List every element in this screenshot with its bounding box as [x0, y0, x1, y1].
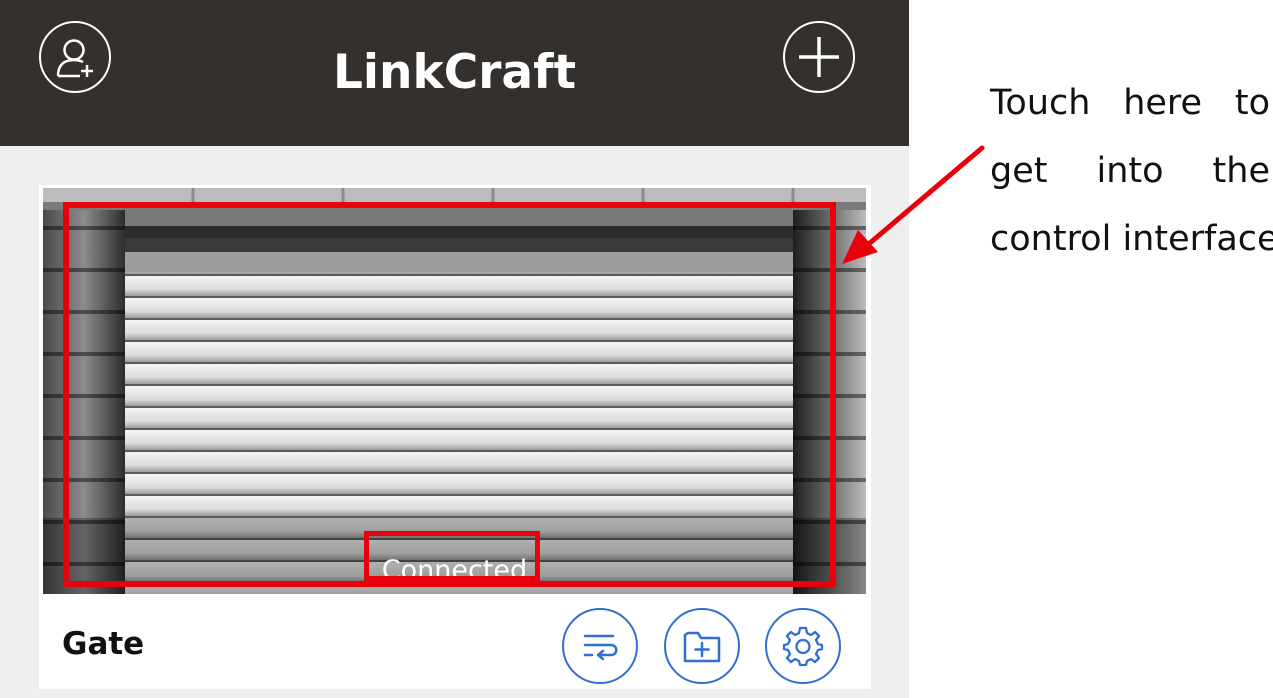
settings-button[interactable] [765, 608, 841, 684]
top-bar: LinkCraft [0, 0, 909, 146]
gear-icon [782, 626, 824, 667]
callout-line: get into the [990, 151, 1270, 191]
callout-line: Touch here to [990, 83, 1270, 123]
sync-button[interactable] [562, 608, 638, 684]
callout-arrow [842, 145, 985, 264]
add-device-button[interactable] [783, 21, 855, 93]
folder-add-icon [683, 631, 721, 663]
app-title: LinkCraft [332, 45, 577, 100]
device-name: Gate [62, 626, 145, 662]
status-highlight [364, 531, 540, 581]
sync-list-icon [583, 634, 618, 661]
add-to-folder-button[interactable] [664, 608, 740, 684]
control-interface-highlight[interactable] [63, 202, 836, 587]
callout-line: control interface [990, 219, 1273, 259]
plus-icon [799, 37, 839, 77]
callout-text: Touch here to get into the control inter… [990, 74, 1273, 278]
